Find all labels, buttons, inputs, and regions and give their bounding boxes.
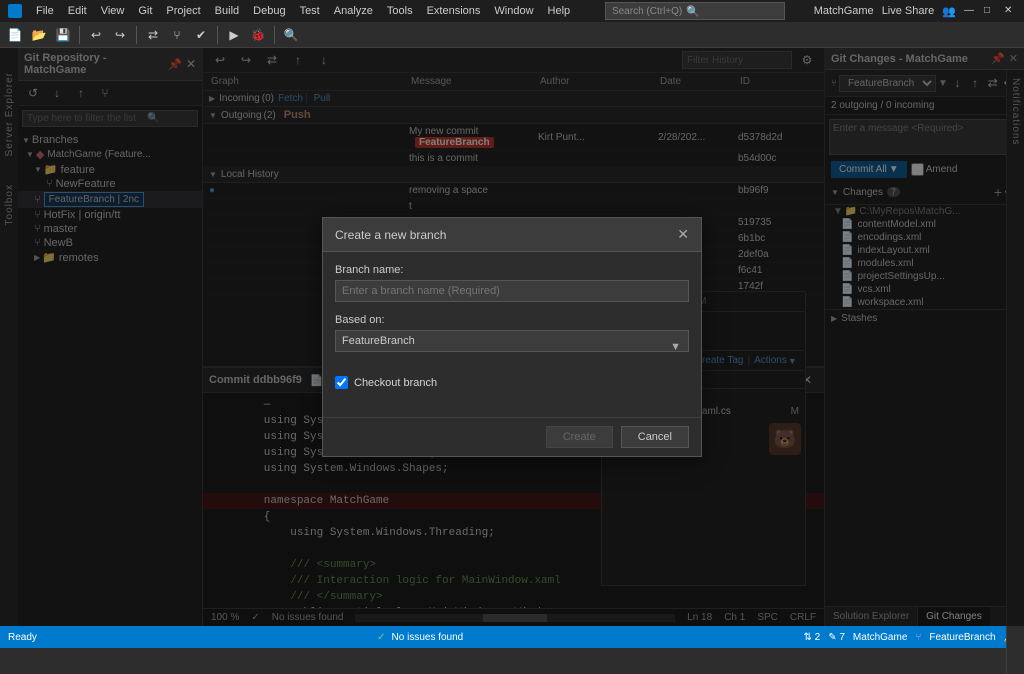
- status-ready[interactable]: Ready: [8, 632, 37, 643]
- tb-git-btn[interactable]: ⇄: [142, 25, 164, 45]
- menu-window[interactable]: Window: [488, 3, 539, 19]
- minimize-btn[interactable]: —: [964, 5, 976, 17]
- cancel-button[interactable]: Cancel: [621, 426, 689, 448]
- status-no-issues: No issues found: [392, 632, 464, 643]
- menu-extensions[interactable]: Extensions: [421, 3, 487, 19]
- based-on-label: Based on:: [335, 314, 689, 326]
- search-icon: 🔍: [686, 5, 700, 18]
- tb-sep-1: [79, 26, 80, 44]
- main-toolbar: 📄 📂 💾 ↩ ↪ ⇄ ⑂ ✔ ▶ 🐞 🔍: [0, 22, 1024, 48]
- menu-build[interactable]: Build: [209, 3, 245, 19]
- tb-sep-3: [217, 26, 218, 44]
- tb-sep-2: [136, 26, 137, 44]
- modal-title: Create a new branch: [335, 228, 446, 242]
- status-center: ✓ No issues found: [45, 632, 796, 643]
- status-changes-count[interactable]: ✎ 7: [828, 632, 845, 643]
- branch-name-label: Branch name:: [335, 264, 689, 276]
- status-branch-name[interactable]: FeatureBranch: [929, 632, 995, 643]
- menu-bar: File Edit View Git Project Build Debug T…: [30, 3, 576, 19]
- create-button[interactable]: Create: [546, 426, 613, 448]
- menu-tools[interactable]: Tools: [381, 3, 419, 19]
- status-branch-icon: ⑂: [915, 632, 921, 643]
- app-name-display: MatchGame: [814, 5, 874, 17]
- based-on-select[interactable]: FeatureBranch: [335, 330, 689, 352]
- checkout-checkbox[interactable]: [335, 376, 348, 389]
- tb-debug-btn[interactable]: 🐞: [247, 25, 269, 45]
- tb-redo-btn[interactable]: ↪: [109, 25, 131, 45]
- menu-debug[interactable]: Debug: [247, 3, 291, 19]
- maximize-btn[interactable]: □: [984, 5, 996, 17]
- menu-edit[interactable]: Edit: [62, 3, 93, 19]
- menu-git[interactable]: Git: [132, 3, 158, 19]
- title-bar: File Edit View Git Project Build Debug T…: [0, 0, 1024, 22]
- main-layout: Server Explorer Toolbox Git Repository -…: [0, 48, 1024, 626]
- modal-close-btn[interactable]: ✕: [677, 226, 689, 243]
- tb-run-btn[interactable]: ▶: [223, 25, 245, 45]
- status-repo-name[interactable]: MatchGame: [853, 632, 907, 643]
- search-placeholder: Search (Ctrl+Q): [612, 6, 682, 17]
- status-left: Ready: [8, 632, 37, 643]
- menu-analyze[interactable]: Analyze: [328, 3, 379, 19]
- tb-save-btn[interactable]: 💾: [52, 25, 74, 45]
- menu-file[interactable]: File: [30, 3, 60, 19]
- status-bar: Ready ✓ No issues found ⇅ 2 ✎ 7 MatchGam…: [0, 626, 1024, 648]
- based-on-wrapper: FeatureBranch ▼: [335, 330, 689, 364]
- menu-test[interactable]: Test: [294, 3, 326, 19]
- live-share-btn[interactable]: Live Share: [882, 5, 935, 17]
- create-branch-dialog: Create a new branch ✕ Branch name: Based…: [322, 217, 702, 457]
- modal-overlay: Create a new branch ✕ Branch name: Based…: [0, 48, 1024, 626]
- title-bar-right: MatchGame Live Share 👥 — □ ✕: [814, 5, 1016, 18]
- vs-icon: [8, 4, 22, 18]
- menu-view[interactable]: View: [95, 3, 131, 19]
- tb-branch-btn[interactable]: ⑂: [166, 25, 188, 45]
- tb-new-btn[interactable]: 📄: [4, 25, 26, 45]
- branch-name-input[interactable]: [335, 280, 689, 302]
- tb-search-btn[interactable]: 🔍: [280, 25, 302, 45]
- close-btn[interactable]: ✕: [1004, 5, 1016, 17]
- menu-help[interactable]: Help: [542, 3, 577, 19]
- status-git-arrows[interactable]: ⇅ 2: [803, 632, 820, 643]
- tb-sep-4: [274, 26, 275, 44]
- menu-project[interactable]: Project: [160, 3, 206, 19]
- checkout-branch-row: Checkout branch: [335, 376, 689, 389]
- title-bar-left: File Edit View Git Project Build Debug T…: [8, 3, 576, 19]
- tb-undo-btn[interactable]: ↩: [85, 25, 107, 45]
- title-search-box[interactable]: Search (Ctrl+Q) 🔍: [605, 2, 785, 20]
- checkout-label: Checkout branch: [354, 377, 437, 389]
- collab-icon: 👥: [942, 5, 956, 18]
- modal-footer: Create Cancel: [323, 417, 701, 456]
- status-check-icon: ✓: [377, 632, 385, 643]
- modal-header: Create a new branch ✕: [323, 218, 701, 252]
- status-right: ⇅ 2 ✎ 7 MatchGame ⑂ FeatureBranch 🔔: [803, 632, 1016, 643]
- tb-open-btn[interactable]: 📂: [28, 25, 50, 45]
- modal-body: Branch name: Based on: FeatureBranch ▼ C…: [323, 252, 701, 417]
- tb-commit-btn[interactable]: ✔: [190, 25, 212, 45]
